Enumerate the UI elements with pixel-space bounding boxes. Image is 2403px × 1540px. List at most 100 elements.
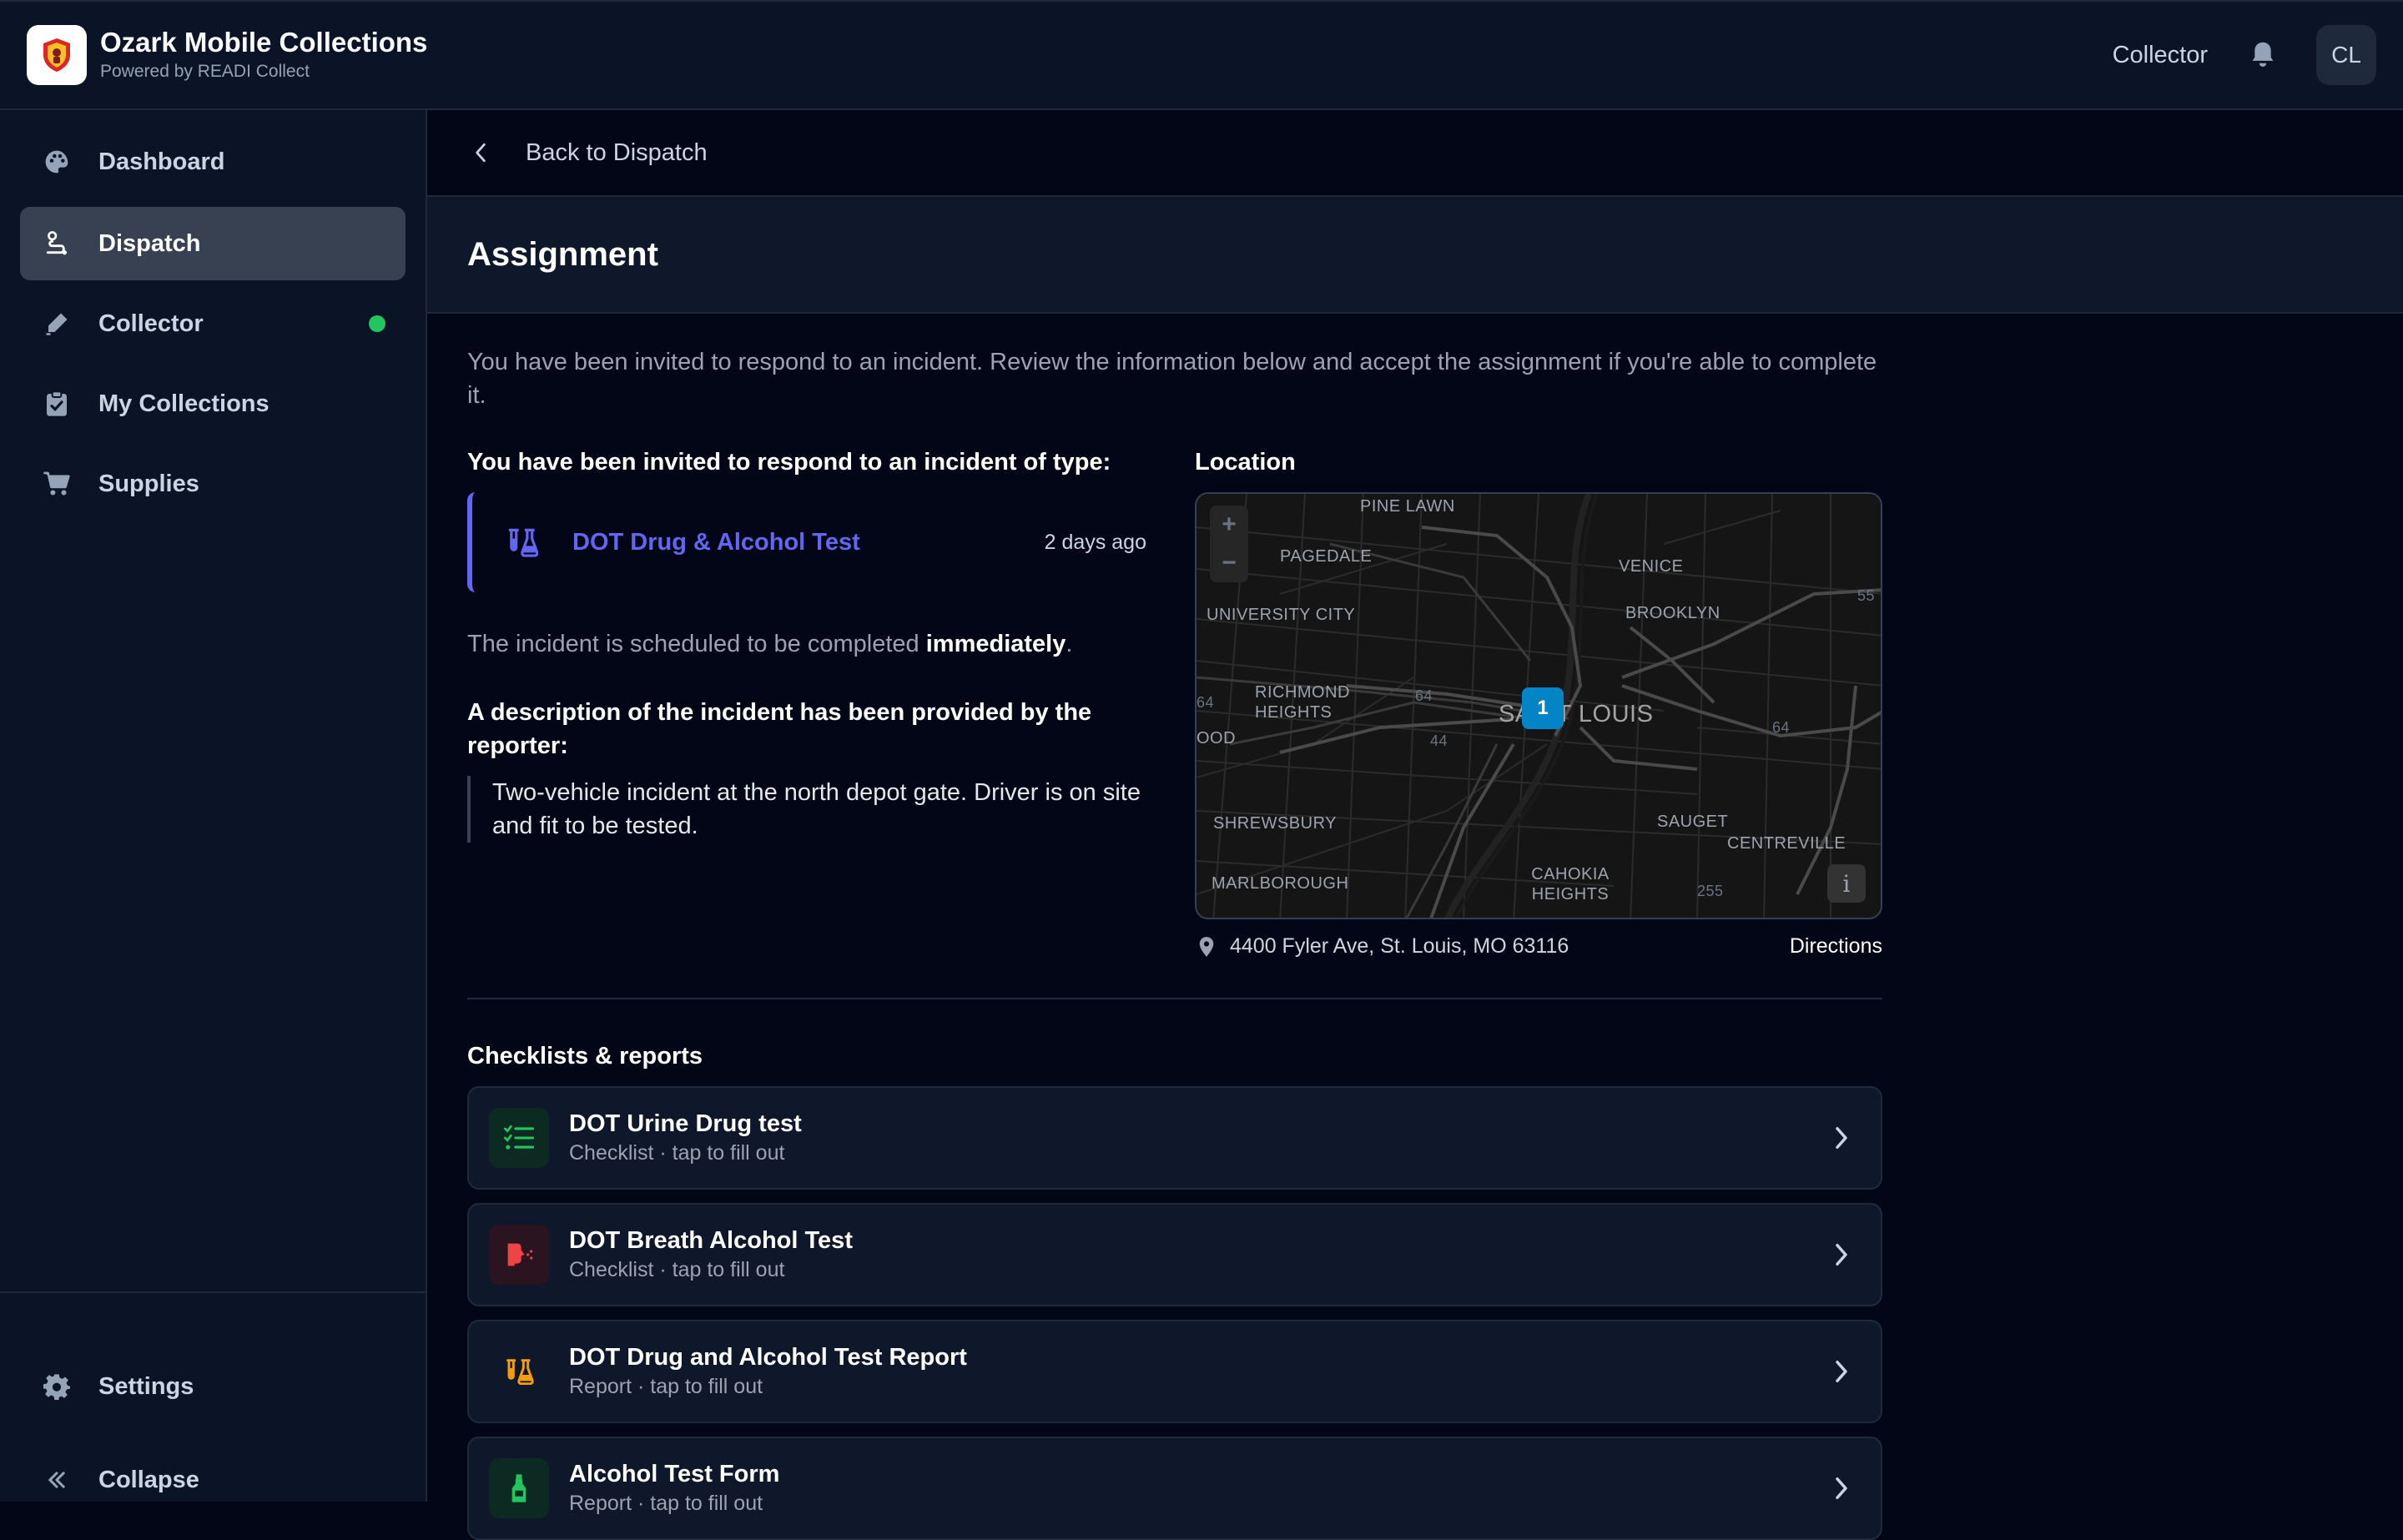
bottle-icon [489,1458,549,1518]
checklist-item-breath-alcohol-test[interactable]: DOT Breath Alcohol Test Checklist · tap … [467,1203,1882,1306]
map-label: CENTREVILLE [1727,834,1846,853]
map-marker[interactable]: 1 [1522,687,1564,729]
role-switcher[interactable]: Collector [2113,42,2208,69]
chevron-left-icon[interactable] [467,139,494,166]
map-label: MARLBOROUGH [1212,874,1349,893]
map-label: SHREWSBURY [1213,814,1337,833]
bell-icon[interactable] [2244,37,2281,73]
double-chevron-left-icon [40,1463,73,1497]
back-to-dispatch-link[interactable]: Back to Dispatch [526,139,708,167]
brand[interactable]: Ozark Mobile Collections Powered by READ… [27,25,427,85]
checklists-section: Checklists & reports DOT Urine Drug test… [467,1039,1882,1540]
map-label: CAHOKIA HEIGHTS [1531,865,1610,903]
sidebar-item-dispatch[interactable]: Dispatch [20,207,406,280]
description-heading: A description of the incident has been p… [467,699,1092,759]
sidebar-item-label: Dashboard [98,148,225,175]
chevron-right-icon [1827,1124,1856,1152]
avatar[interactable]: CL [2316,25,2376,85]
route-icon [40,227,73,260]
palette-icon [40,145,73,179]
breath-icon [489,1225,549,1285]
map-road-label: 64 [1196,694,1215,711]
cart-icon [40,467,73,501]
map-road-label: 55 [1857,587,1876,604]
checklist-subtitle: Report · tap to fill out [569,1375,763,1398]
sidebar-item-label: Collector [98,310,204,337]
zoom-out-button[interactable]: − [1210,544,1248,582]
checklist-subtitle: Report · tap to fill out [569,1492,763,1515]
checklist-subtitle: Checklist · tap to fill out [569,1258,785,1281]
checklist-item-drug-alcohol-report[interactable]: DOT Drug and Alcohol Test Report Report … [467,1320,1882,1423]
map-label: PAGEDALE [1280,547,1373,566]
app-title: Ozark Mobile Collections [100,27,428,58]
sidebar-item-label: Supplies [98,470,199,497]
flask-icon [506,526,539,559]
shield-logo-icon [43,38,70,72]
checklist-title: DOT Drug and Alcohol Test Report [569,1344,967,1371]
incident-type-card[interactable]: DOT Drug & Alcohol Test 2 days ago [467,492,1160,592]
schedule-suffix: . [1065,631,1073,657]
map-label: BROOKLYN [1625,604,1720,622]
incident-time-ago: 2 days ago [1044,530,1146,554]
app-logo [27,25,87,85]
online-status-dot [369,315,385,332]
incident-description: Two-vehicle incident at the north depot … [467,776,1160,843]
page-header: Assignment [427,197,2403,314]
schedule-value: immediately [925,631,1066,657]
page-title: Assignment [467,235,658,273]
map-label: VENICE [1619,557,1684,576]
map-zoom-control: + − [1210,506,1248,582]
sidebar-item-dashboard[interactable]: Dashboard [20,125,406,199]
chevron-right-icon [1827,1241,1856,1269]
schedule-prefix: The incident is scheduled to be complete… [467,631,926,657]
incident-type-name[interactable]: DOT Drug & Alcohol Test [572,529,860,556]
incident-type-heading: You have been invited to respond to an i… [467,449,1111,476]
chevron-right-icon [1827,1474,1856,1502]
address-text: 4400 Fyler Ave, St. Louis, MO 63116 [1230,934,1569,958]
intro-text: You have been invited to respond to an i… [467,349,1877,409]
back-bar: Back to Dispatch [427,110,2403,197]
checklist-title: DOT Urine Drug test [569,1110,802,1137]
location-map[interactable]: + − PINE LAWN PAGEDALE VENICE UNIVERSITY… [1195,492,1882,919]
address-row: 4400 Fyler Ave, St. Louis, MO 63116 Dire… [1195,934,1882,959]
incident-details: You have been invited to respond to an i… [467,445,1160,843]
directions-link[interactable]: Directions [1790,934,1882,959]
map-label: PINE LAWN [1360,497,1455,516]
chevron-right-icon [1827,1357,1856,1386]
map-label: SAUGET [1657,813,1729,831]
map-label: OOD [1196,729,1237,747]
sidebar-item-my-collections[interactable]: My Collections [20,367,406,440]
checklists-heading: Checklists & reports [467,1043,703,1069]
sidebar-item-label: Collapse [98,1466,199,1493]
sidebar-item-label: Settings [98,1372,194,1400]
checklist-item-urine-drug-test[interactable]: DOT Urine Drug test Checklist · tap to f… [467,1086,1882,1190]
sidebar-item-label: My Collections [98,390,270,417]
map-pin-icon [1195,935,1218,959]
zoom-in-button[interactable]: + [1210,506,1248,544]
top-bar: Ozark Mobile Collections Powered by READ… [0,0,2403,110]
map-road-label: 64 [1415,687,1433,704]
checklist-item-alcohol-test-form[interactable]: Alcohol Test Form Report · tap to fill o… [467,1437,1882,1540]
map-road-label: 44 [1430,732,1448,749]
checklist-icon [489,1108,549,1168]
sidebar-item-label: Dispatch [98,229,201,257]
location-section: Location + − PINE LAWN PAGEDALE VENICE U… [1195,445,1882,959]
section-divider [467,998,1882,999]
pen-icon [40,307,73,340]
sidebar-divider [0,1291,426,1293]
location-heading: Location [1195,449,1296,476]
sidebar: Dashboard Dispatch Collector My Collecti… [0,110,427,1502]
map-info-button[interactable]: i [1827,864,1866,903]
checklist-title: DOT Breath Alcohol Test [569,1227,853,1254]
gear-icon [40,1370,73,1403]
sidebar-item-supplies[interactable]: Supplies [20,447,406,521]
sidebar-item-collector[interactable]: Collector [20,287,406,360]
schedule-text: The incident is scheduled to be complete… [467,627,1160,661]
map-road-label: 255 [1697,883,1724,899]
app-subtitle: Powered by READI Collect [100,62,310,81]
checklist-subtitle: Checklist · tap to fill out [569,1141,785,1165]
map-label: RICHMOND HEIGHTS [1255,683,1350,722]
collapse-button[interactable]: Collapse [20,1443,406,1517]
sidebar-item-settings[interactable]: Settings [20,1350,406,1423]
flask-icon [489,1341,549,1402]
